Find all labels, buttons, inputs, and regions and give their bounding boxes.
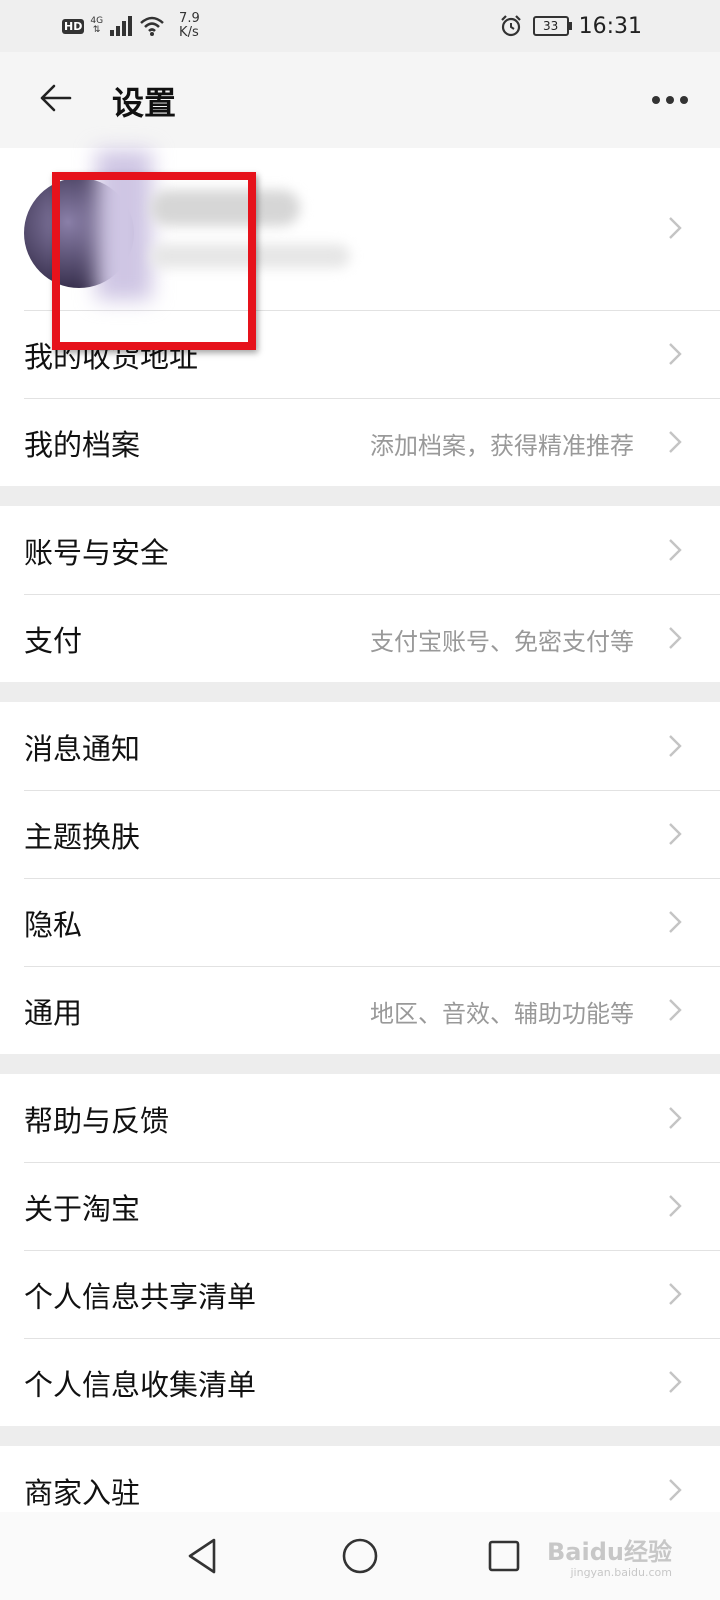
settings-item-label: 账号与安全 [24,536,170,570]
network-type: 4G ⇅ [90,17,103,35]
about-card: 帮助与反馈 关于淘宝 个人信息共享清单 个人信息收集清单 [0,1074,720,1426]
nav-recents-icon[interactable] [480,1532,528,1580]
settings-item-payment[interactable]: 支付 支付宝账号、免密支付等 [0,594,720,682]
chevron-right-icon [669,1107,682,1129]
settings-item-label: 通用 [24,996,83,1030]
settings-item-info-collection[interactable]: 个人信息收集清单 [0,1338,720,1426]
settings-item-notifications[interactable]: 消息通知 [0,702,720,790]
settings-item-general[interactable]: 通用 地区、音效、辅助功能等 [0,966,720,1054]
settings-item-about[interactable]: 关于淘宝 [0,1162,720,1250]
preferences-card: 消息通知 主题换肤 隐私 通用 地区、音效、辅助功能等 [0,702,720,1054]
status-left: HD 4G ⇅ 7.9 K/s [62,10,200,42]
battery-icon: 33 [532,16,572,36]
speed-unit: K/s [179,25,199,40]
more-options-icon[interactable] [652,96,688,104]
wifi-icon [140,16,164,36]
chevron-right-icon [669,431,682,453]
chevron-right-icon [669,627,682,649]
status-bar: HD 4G ⇅ 7.9 K/s 33 16:31 [0,0,720,52]
data-arrows-icon: ⇅ [92,25,101,35]
signal-icon [110,16,133,36]
chevron-right-icon [669,343,682,365]
settings-item-label: 我的档案 [24,428,141,462]
chevron-right-icon [669,217,682,239]
status-right: 33 16:31 [499,10,642,42]
chevron-right-icon [669,823,682,845]
settings-item-desc: 添加档案，获得精准推荐 [370,432,634,460]
more-dot [666,96,674,104]
settings-item-privacy[interactable]: 隐私 [0,878,720,966]
clock: 16:31 [578,13,642,39]
settings-item-theme[interactable]: 主题换肤 [0,790,720,878]
settings-item-label: 帮助与反馈 [24,1104,170,1138]
settings-item-label: 关于淘宝 [24,1192,141,1226]
settings-item-label: 主题换肤 [24,820,141,854]
settings-item-info-sharing[interactable]: 个人信息共享清单 [0,1250,720,1338]
nav-back-icon[interactable] [180,1532,228,1580]
settings-item-desc: 地区、音效、辅助功能等 [370,1000,634,1028]
back-arrow-icon[interactable] [36,78,76,118]
hd-badge: HD [62,18,85,34]
settings-item-label: 个人信息共享清单 [24,1280,257,1314]
chevron-right-icon [669,1283,682,1305]
settings-item-label: 隐私 [24,908,83,942]
chevron-right-icon [669,999,682,1021]
settings-item-desc: 支付宝账号、免密支付等 [370,628,634,656]
more-dot [652,96,660,104]
chevron-right-icon [669,539,682,561]
speed-value: 7.9 [179,11,200,26]
chevron-right-icon [669,1195,682,1217]
highlight-box [52,172,256,350]
chevron-right-icon [669,911,682,933]
settings-item-account-security[interactable]: 账号与安全 [0,506,720,594]
nav-home-icon[interactable] [336,1532,384,1580]
settings-item-label: 支付 [24,624,83,658]
more-dot [680,96,688,104]
settings-item-help[interactable]: 帮助与反馈 [0,1074,720,1162]
network-speed: 7.9 K/s [179,12,200,40]
page-title: 设置 [112,84,177,122]
chevron-right-icon [669,1479,682,1501]
watermark-logo: Baidu经验 [547,1538,672,1566]
chevron-right-icon [669,1371,682,1393]
settings-item-label: 消息通知 [24,732,141,766]
settings-item-label: 个人信息收集清单 [24,1368,257,1402]
watermark-url: jingyan.baidu.com [570,1566,672,1579]
account-card: 账号与安全 支付 支付宝账号、免密支付等 [0,506,720,682]
top-app-bar: 设置 [0,52,720,148]
settings-item-label: 商家入驻 [24,1476,141,1510]
alarm-icon [500,15,521,37]
chevron-right-icon [669,735,682,757]
settings-item-archive[interactable]: 我的档案 添加档案，获得精准推荐 [0,398,720,486]
